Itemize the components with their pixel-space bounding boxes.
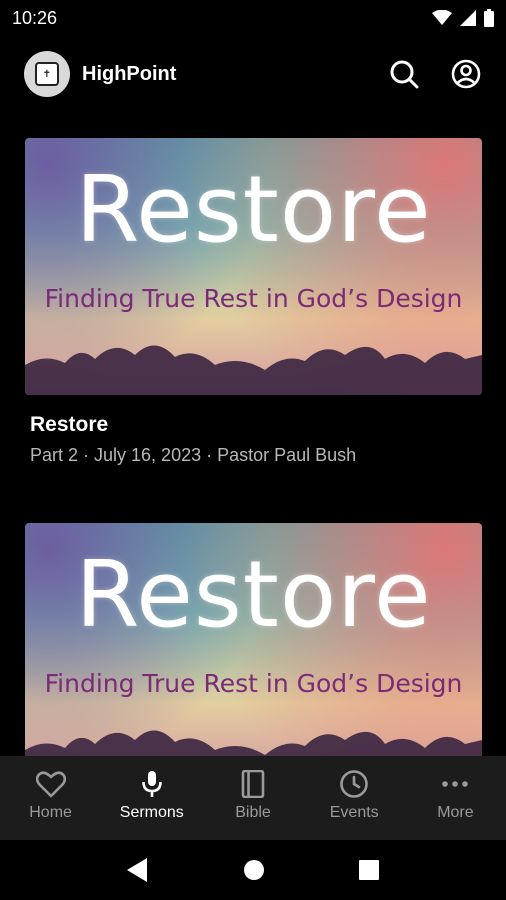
battery-icon [484,9,494,27]
sermon-artwork: Restore Finding True Rest in God’s Desig… [25,138,482,395]
status-icons [432,9,494,27]
clock-icon [340,770,369,798]
nav-label-more: More [437,804,474,821]
nav-label-home: Home [29,804,72,821]
artwork-subtitle: Finding True Rest in God’s Design [44,669,463,698]
artwork-title: Restore [75,541,432,648]
account-icon [451,59,481,89]
church-logo[interactable]: ✝ [24,51,70,97]
app-title: HighPoint [82,62,177,85]
nav-home[interactable]: Home [0,756,101,840]
app-bar: ✝ HighPoint [0,36,506,112]
bottom-navigation: Home Sermons Bible Events More [0,756,506,840]
heart-icon [35,771,66,798]
recents-icon[interactable] [359,860,379,880]
nav-label-bible: Bible [235,804,271,821]
back-icon[interactable] [127,858,149,882]
sermon-meta: Part 2 · July 16, 2023 · Pastor Paul Bus… [30,445,357,465]
logo-mark-icon: ✝ [35,62,59,86]
more-dots-icon [442,781,469,787]
microphone-icon [141,771,162,797]
account-button[interactable] [450,58,482,90]
artwork-title: Restore [75,156,432,263]
artwork-subtitle: Finding True Rest in God’s Design [44,284,463,313]
book-icon [241,770,265,798]
palm-trees-image [25,730,482,756]
sermon-title: Restore [30,413,109,436]
nav-label-events: Events [329,804,379,821]
nav-events[interactable]: Events [304,756,405,840]
palm-trees-image [25,345,482,395]
home-icon[interactable] [243,859,265,881]
status-bar: 10:26 [0,0,506,36]
search-button[interactable] [388,58,420,90]
system-navigation-bar [0,840,506,900]
nav-sermons[interactable]: Sermons [101,756,202,840]
sermon-card[interactable]: Restore Finding True Rest in God’s Desig… [25,138,482,466]
nav-bible[interactable]: Bible [202,756,303,840]
nav-label-sermons: Sermons [119,804,184,821]
sermon-list[interactable]: Restore Finding True Rest in God’s Desig… [0,112,506,756]
search-icon [390,60,419,89]
wifi-icon [432,10,452,25]
signal-icon [460,10,476,26]
sermon-card[interactable]: Restore Finding True Rest in God’s Desig… [25,523,482,756]
sermon-artwork: Restore Finding True Rest in God’s Desig… [25,523,482,756]
nav-more[interactable]: More [405,756,506,840]
status-time: 10:26 [12,7,58,28]
